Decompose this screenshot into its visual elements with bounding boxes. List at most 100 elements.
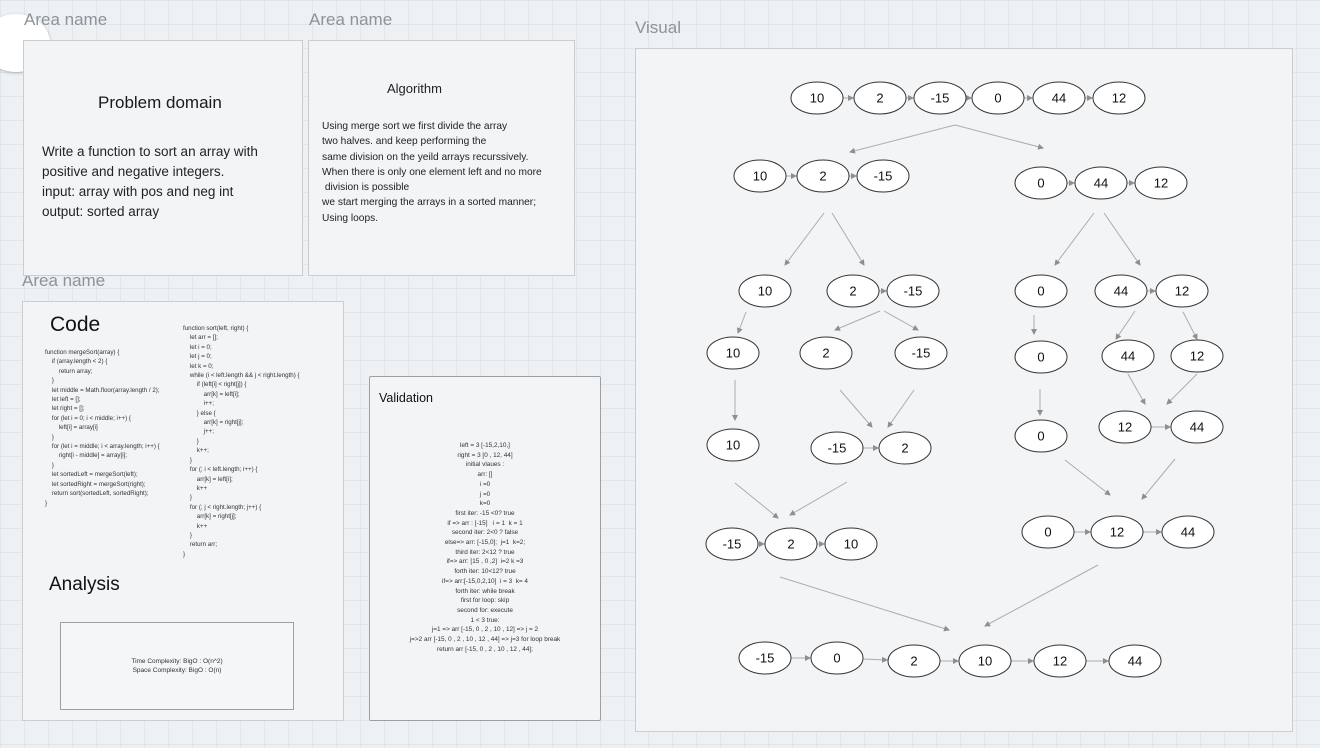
array-node[interactable]: 0 <box>1021 515 1075 549</box>
edge <box>1141 458 1176 500</box>
node-value: 2 <box>901 441 908 456</box>
node-value: 0 <box>1044 525 1051 540</box>
array-node[interactable]: 2 <box>878 431 932 465</box>
node-value: 12 <box>1154 176 1168 191</box>
node-value: 0 <box>833 651 840 666</box>
node-value: 10 <box>726 438 740 453</box>
edge <box>1103 212 1141 266</box>
node-value: 12 <box>1112 91 1126 106</box>
node-value: 0 <box>1037 350 1044 365</box>
node-value: 0 <box>1037 429 1044 444</box>
array-node[interactable]: -15 <box>738 641 792 675</box>
array-node[interactable]: 44 <box>1032 81 1086 115</box>
array-node[interactable]: 44 <box>1074 166 1128 200</box>
node-value: 44 <box>1121 349 1135 364</box>
edge <box>887 389 915 428</box>
array-node[interactable]: 10 <box>824 527 878 561</box>
node-value: 2 <box>876 91 883 106</box>
array-node[interactable]: 44 <box>1161 515 1215 549</box>
node-value: -15 <box>828 441 847 456</box>
array-node[interactable]: 2 <box>796 159 850 193</box>
node-value: -15 <box>756 651 775 666</box>
array-node[interactable]: 2 <box>799 336 853 370</box>
array-node[interactable]: 10 <box>738 274 792 308</box>
array-node[interactable]: 12 <box>1098 410 1152 444</box>
edge-split-right <box>954 124 1044 150</box>
array-node[interactable]: -15 <box>913 81 967 115</box>
node-value: 44 <box>1190 420 1204 435</box>
node-value: 12 <box>1190 349 1204 364</box>
array-node[interactable]: -15 <box>810 431 864 465</box>
edge <box>831 212 865 266</box>
array-node[interactable]: 2 <box>853 81 907 115</box>
array-node[interactable]: 2 <box>887 644 941 678</box>
array-node[interactable]: 2 <box>826 274 880 308</box>
node-value: 2 <box>910 654 917 669</box>
array-node[interactable]: 0 <box>1014 166 1068 200</box>
array-node[interactable]: -15 <box>705 527 759 561</box>
edge <box>883 310 919 331</box>
node-value: -15 <box>723 537 742 552</box>
node-value: 44 <box>1094 176 1108 191</box>
edge <box>839 389 873 428</box>
node-value: -15 <box>904 284 923 299</box>
array-node[interactable]: 12 <box>1092 81 1146 115</box>
edge <box>734 482 779 519</box>
array-node[interactable]: 0 <box>1014 419 1068 453</box>
array-node[interactable]: 12 <box>1033 644 1087 678</box>
array-node[interactable]: 10 <box>790 81 844 115</box>
array-node[interactable]: 44 <box>1094 274 1148 308</box>
node-value: 0 <box>1037 284 1044 299</box>
array-node[interactable]: 12 <box>1090 515 1144 549</box>
edge <box>736 311 747 334</box>
edge <box>862 656 888 663</box>
array-node[interactable]: 0 <box>1014 274 1068 308</box>
node-value: 44 <box>1128 654 1142 669</box>
array-node[interactable]: 0 <box>1014 340 1068 374</box>
array-node[interactable]: 0 <box>810 641 864 675</box>
array-node[interactable]: 10 <box>733 159 787 193</box>
array-node[interactable]: 12 <box>1155 274 1209 308</box>
node-value: 44 <box>1114 284 1128 299</box>
node-value: 10 <box>726 346 740 361</box>
array-node[interactable]: 0 <box>971 81 1025 115</box>
node-value: -15 <box>931 91 950 106</box>
edge <box>1166 373 1198 405</box>
array-node[interactable]: 10 <box>706 428 760 462</box>
array-node[interactable]: 44 <box>1108 644 1162 678</box>
edge <box>1127 373 1146 405</box>
array-node[interactable]: 44 <box>1101 339 1155 373</box>
node-value: 44 <box>1181 525 1195 540</box>
edge-split-left <box>849 124 956 154</box>
array-node[interactable]: -15 <box>886 274 940 308</box>
array-node[interactable]: 10 <box>958 644 1012 678</box>
array-node[interactable]: 10 <box>706 336 760 370</box>
node-value: -15 <box>912 346 931 361</box>
edge <box>984 564 1099 627</box>
array-node[interactable]: 12 <box>1170 339 1224 373</box>
edge <box>1115 310 1136 340</box>
array-node[interactable]: 12 <box>1134 166 1188 200</box>
node-value: 12 <box>1118 420 1132 435</box>
edge <box>1054 212 1095 266</box>
node-value: 10 <box>810 91 824 106</box>
edge <box>834 310 881 331</box>
array-node[interactable]: -15 <box>894 336 948 370</box>
array-node[interactable]: 2 <box>764 527 818 561</box>
edge <box>784 212 825 266</box>
node-value: 2 <box>819 169 826 184</box>
array-node[interactable]: -15 <box>856 159 910 193</box>
node-value: 2 <box>822 346 829 361</box>
edge <box>789 481 848 516</box>
node-value: -15 <box>874 169 893 184</box>
edge <box>1182 311 1198 340</box>
node-value: 2 <box>849 284 856 299</box>
array-node[interactable]: 44 <box>1170 410 1224 444</box>
node-value: 0 <box>994 91 1001 106</box>
merge-sort-visual: 10 2 -15 0 44 12 10 2 -15 0 44 12 10 2 -15 0 44 12 10 2 -15 0… <box>705 81 1224 678</box>
node-value: 44 <box>1052 91 1066 106</box>
node-value: 10 <box>978 654 992 669</box>
node-value: 12 <box>1053 654 1067 669</box>
edge <box>1064 459 1111 496</box>
node-value: 10 <box>844 537 858 552</box>
